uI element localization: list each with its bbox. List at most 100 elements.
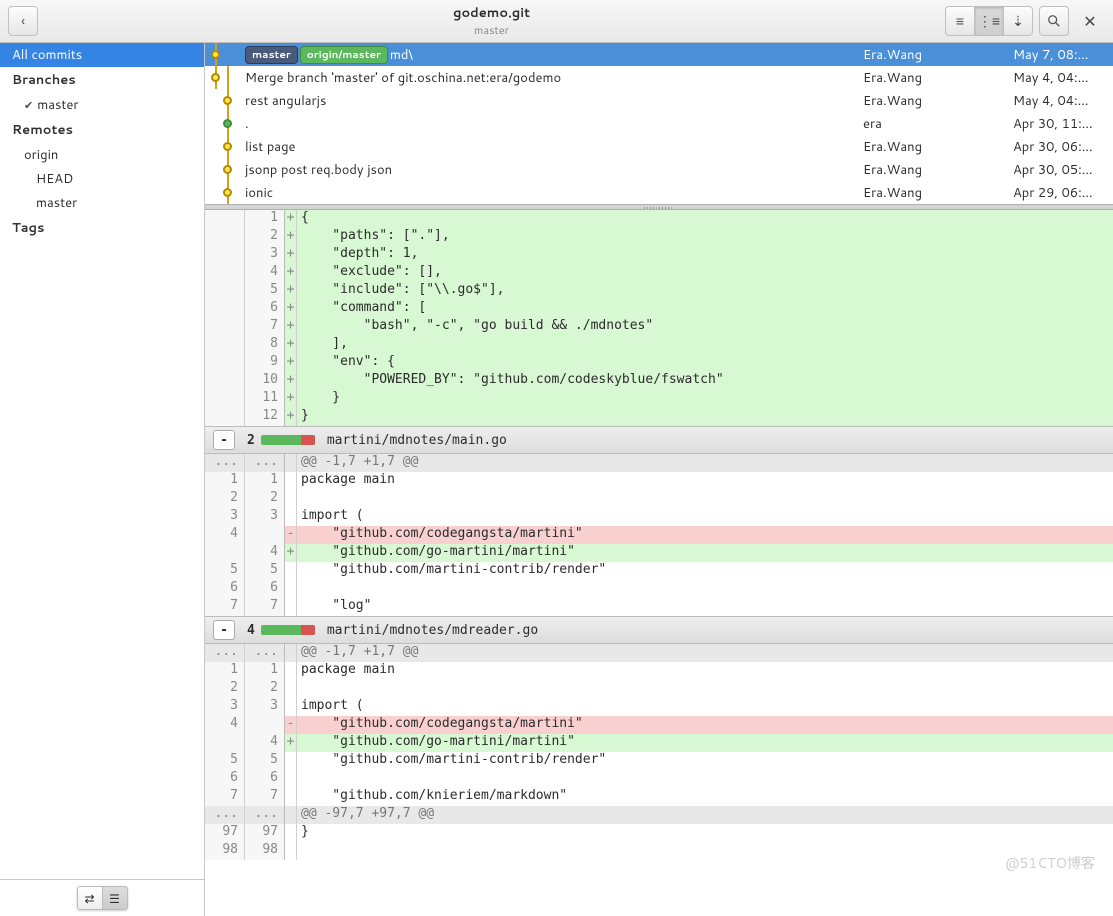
commit-date: May 4, 04:… — [1013, 69, 1113, 87]
diff-line: 22 — [205, 490, 1113, 508]
diff-line: 7+ "bash", "-c", "go build && ./mdnotes" — [205, 318, 1113, 336]
diff-view[interactable]: 1+{2+ "paths": ["."],3+ "depth": 1,4+ "e… — [205, 210, 1113, 916]
badge-master: master — [245, 46, 298, 64]
diff-line: 3+ "depth": 1, — [205, 246, 1113, 264]
diff-line: 4+ "github.com/go-martini/martini" — [205, 734, 1113, 752]
sidebar-remote-head[interactable]: HEAD — [0, 167, 204, 191]
watermark: @51CTO博客 — [1005, 853, 1095, 873]
view-list-button[interactable]: ⋮≡ — [974, 6, 1004, 36]
commit-subject: ionic — [245, 184, 273, 202]
commit-subject: . — [245, 115, 249, 133]
commit-author: Era.Wang — [863, 184, 1013, 202]
diff-line: 2+ "paths": ["."], — [205, 228, 1113, 246]
file-stat: 4 — [247, 623, 315, 638]
diff-line: 12+} — [205, 408, 1113, 426]
diff-side-button[interactable]: ⇄ — [77, 886, 103, 910]
search-icon — [1047, 14, 1061, 28]
diff-hunk: ......@@ -97,7 +97,7 @@ — [205, 806, 1113, 824]
diff-line: 77 "log" — [205, 598, 1113, 616]
diff-line: 6+ "command": [ — [205, 300, 1113, 318]
commit-row[interactable]: ionic Era.WangApr 29, 06:… — [205, 181, 1113, 204]
diff-line: 10+ "POWERED_BY": "github.com/codeskyblu… — [205, 372, 1113, 390]
diff-hunk: ......@@ -1,7 +1,7 @@ — [205, 644, 1113, 662]
diff-line: 4+ "github.com/go-martini/martini" — [205, 544, 1113, 562]
diff-line: 9797 } — [205, 824, 1113, 842]
commit-date: May 4, 04:… — [1013, 92, 1113, 110]
sidebar: All commits Branches ✔master Remotes ori… — [0, 43, 205, 916]
view-compact-button[interactable]: ⇣ — [1003, 6, 1033, 36]
sidebar-footer: ⇄ ☰ — [0, 879, 204, 916]
commit-date: May 7, 08:… — [1013, 46, 1113, 64]
diff-line: 66 — [205, 580, 1113, 598]
commit-row[interactable]: list page Era.WangApr 30, 06:… — [205, 135, 1113, 158]
commit-date: Apr 30, 11:… — [1013, 115, 1113, 133]
commit-date: Apr 30, 05:… — [1013, 161, 1113, 179]
file-header[interactable]: -2 martini/mdnotes/main.go — [205, 426, 1113, 454]
commit-subject: md\ — [390, 46, 413, 64]
commit-author: Era.Wang — [863, 46, 1013, 64]
search-button[interactable] — [1039, 6, 1069, 36]
diff-line: 11+ } — [205, 390, 1113, 408]
diff-line: 33 import ( — [205, 508, 1113, 526]
diff-line: 4- "github.com/codegangsta/martini" — [205, 526, 1113, 544]
diff-line: 4- "github.com/codegangsta/martini" — [205, 716, 1113, 734]
commit-author: Era.Wang — [863, 69, 1013, 87]
commit-row[interactable]: . eraApr 30, 11:… — [205, 112, 1113, 135]
diff-line: 5+ "include": ["\\.go$"], — [205, 282, 1113, 300]
diff-line: 77 "github.com/knieriem/markdown" — [205, 788, 1113, 806]
commit-row[interactable]: masterorigin/master md\ Era.WangMay 7, 08… — [205, 43, 1113, 66]
back-button[interactable]: ‹ — [8, 6, 38, 36]
file-header[interactable]: -4 martini/mdnotes/mdreader.go — [205, 616, 1113, 644]
splitter[interactable] — [205, 204, 1113, 210]
commit-subject: rest angularjs — [245, 92, 326, 110]
diff-line: 1+{ — [205, 210, 1113, 228]
diff-line: 11 package main — [205, 472, 1113, 490]
repo-title: godemo.git — [44, 4, 939, 22]
commit-subject: list page — [245, 138, 296, 156]
diff-hunk: ......@@ -1,7 +1,7 @@ — [205, 454, 1113, 472]
diff-line: 22 — [205, 680, 1113, 698]
diff-line: 66 — [205, 770, 1113, 788]
diff-unified-button[interactable]: ☰ — [102, 886, 128, 910]
commit-row[interactable]: Merge branch 'master' of git.oschina.net… — [205, 66, 1113, 89]
diff-line: 11 package main — [205, 662, 1113, 680]
diff-line: 55 "github.com/martini-contrib/render" — [205, 562, 1113, 580]
close-button[interactable]: ✕ — [1075, 6, 1105, 36]
commit-author: era — [863, 115, 1013, 133]
sidebar-remote-origin[interactable]: origin — [0, 143, 204, 167]
badge-origin: origin/master — [300, 46, 388, 64]
file-path: martini/mdnotes/mdreader.go — [327, 623, 538, 638]
commit-subject: Merge branch 'master' of git.oschina.net… — [245, 69, 561, 87]
toolbar: ‹ godemo.git master ≡ ⋮≡ ⇣ ✕ — [0, 0, 1113, 43]
commit-date: Apr 30, 06:… — [1013, 138, 1113, 156]
commit-row[interactable]: rest angularjs Era.WangMay 4, 04:… — [205, 89, 1113, 112]
view-lines-button[interactable]: ≡ — [945, 6, 975, 36]
commit-row[interactable]: jsonp post req.body json Era.WangApr 30, … — [205, 158, 1113, 181]
sidebar-all-commits[interactable]: All commits — [0, 43, 204, 67]
diff-line: 8+ ], — [205, 336, 1113, 354]
diff-line: 55 "github.com/martini-contrib/render" — [205, 752, 1113, 770]
diff-line: 4+ "exclude": [], — [205, 264, 1113, 282]
title-area: godemo.git master — [44, 4, 939, 38]
commit-subject: jsonp post req.body json — [245, 161, 392, 179]
sidebar-remote-master[interactable]: master — [0, 191, 204, 215]
repo-subtitle: master — [44, 22, 939, 38]
sidebar-remotes-header: Remotes — [0, 117, 204, 143]
sidebar-tags-header: Tags — [0, 215, 204, 241]
file-path: martini/mdnotes/main.go — [327, 433, 507, 448]
diff-line: 9898 — [205, 842, 1113, 860]
check-icon: ✔ — [24, 97, 33, 113]
commit-author: Era.Wang — [863, 138, 1013, 156]
commit-author: Era.Wang — [863, 161, 1013, 179]
collapse-button[interactable]: - — [213, 430, 235, 450]
diff-line: 9+ "env": { — [205, 354, 1113, 372]
collapse-button[interactable]: - — [213, 620, 235, 640]
sidebar-branch-master[interactable]: ✔master — [0, 93, 204, 117]
commit-author: Era.Wang — [863, 92, 1013, 110]
commit-date: Apr 29, 06:… — [1013, 184, 1113, 202]
branch-label: master — [37, 96, 78, 114]
commit-log[interactable]: masterorigin/master md\Era.WangMay 7, 08… — [205, 43, 1113, 204]
sidebar-branches-header: Branches — [0, 67, 204, 93]
file-stat: 2 — [247, 433, 315, 448]
diff-line: 33 import ( — [205, 698, 1113, 716]
